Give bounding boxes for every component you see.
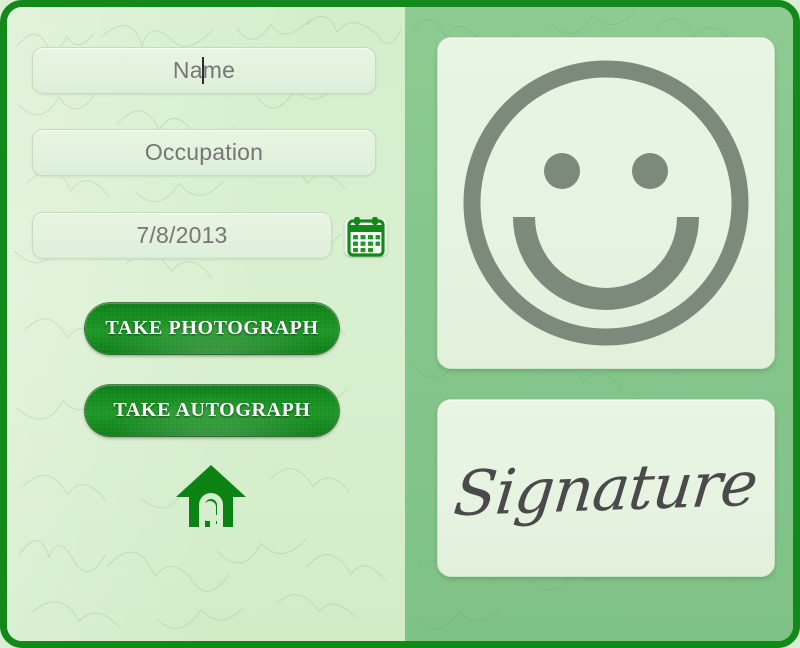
photo-preview[interactable] xyxy=(437,37,775,369)
take-autograph-button[interactable]: TAKE AUTOGRAPH xyxy=(85,385,339,436)
occupation-input[interactable]: Occupation xyxy=(32,129,376,176)
take-photograph-label: TAKE PHOTOGRAPH xyxy=(105,317,319,339)
left-pane: Name Occupation 7/8/2013 TAKE PHOTOGRAPH… xyxy=(7,7,405,641)
signature-preview[interactable]: Signature xyxy=(437,399,775,577)
date-input[interactable]: 7/8/2013 xyxy=(32,212,332,259)
name-input-placeholder: Name xyxy=(172,57,236,84)
calendar-icon[interactable] xyxy=(343,214,389,258)
name-input[interactable]: Name xyxy=(32,47,376,94)
app-window: Name Occupation 7/8/2013 TAKE PHOTOGRAPH… xyxy=(0,0,800,648)
take-photograph-button[interactable]: TAKE PHOTOGRAPH xyxy=(85,303,339,354)
home-icon[interactable] xyxy=(175,462,247,530)
right-pane: Signature SAVE CANCEL SHARE xyxy=(405,7,793,641)
occupation-input-placeholder: Occupation xyxy=(144,139,264,165)
take-autograph-label: TAKE AUTOGRAPH xyxy=(113,399,311,421)
smiley-face-icon xyxy=(463,60,749,346)
signature-label: Signature xyxy=(450,446,762,530)
date-input-value: 7/8/2013 xyxy=(136,222,228,248)
